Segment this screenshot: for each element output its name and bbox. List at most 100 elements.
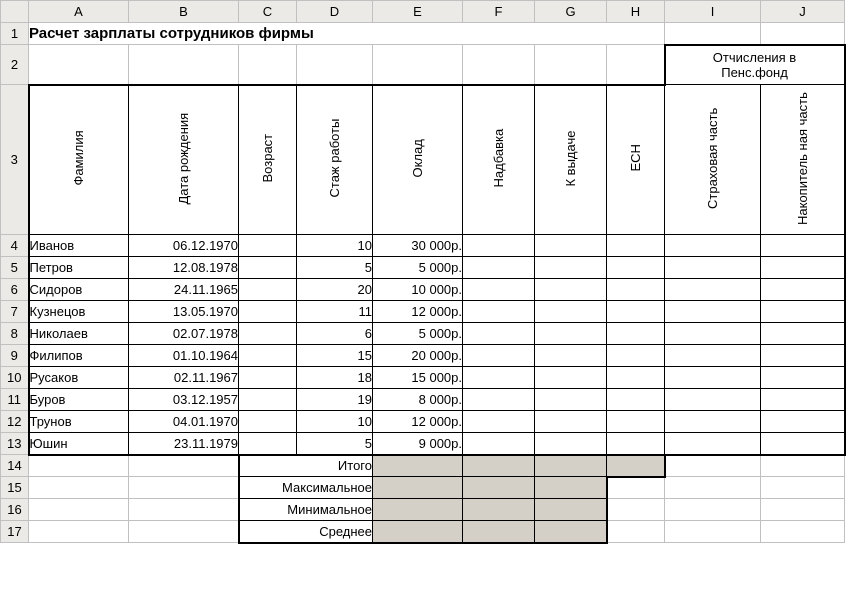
cell-age[interactable]: [239, 323, 297, 345]
page-title[interactable]: Расчет зарплаты сотрудников фирмы: [29, 23, 665, 45]
cell-age[interactable]: [239, 301, 297, 323]
summary-max-label[interactable]: Максимальное: [239, 477, 373, 499]
cell-J17[interactable]: [761, 521, 845, 543]
cell-nakop[interactable]: [761, 433, 845, 455]
cell-nakop[interactable]: [761, 279, 845, 301]
cell-dob[interactable]: 03.12.1957: [129, 389, 239, 411]
header-esn[interactable]: ЕСН: [607, 85, 665, 235]
summary-itogo-G[interactable]: [535, 455, 607, 477]
cell-nadbavka[interactable]: [463, 323, 535, 345]
cell-nakop[interactable]: [761, 235, 845, 257]
col-header-G[interactable]: G: [535, 1, 607, 23]
summary-itogo-E[interactable]: [373, 455, 463, 477]
cell-nadbavka[interactable]: [463, 235, 535, 257]
col-header-A[interactable]: A: [29, 1, 129, 23]
cell-age[interactable]: [239, 257, 297, 279]
header-strah[interactable]: Страховая часть: [665, 85, 761, 235]
cell-age[interactable]: [239, 433, 297, 455]
cell-kvydache[interactable]: [535, 367, 607, 389]
cell-oklad[interactable]: 30 000р.: [373, 235, 463, 257]
header-oklad[interactable]: Оклад: [373, 85, 463, 235]
row-header-7[interactable]: 7: [1, 301, 29, 323]
row-header-9[interactable]: 9: [1, 345, 29, 367]
cell-oklad[interactable]: 5 000р.: [373, 257, 463, 279]
row-header-15[interactable]: 15: [1, 477, 29, 499]
cell-oklad[interactable]: 12 000р.: [373, 301, 463, 323]
cell-kvydache[interactable]: [535, 389, 607, 411]
cell-esn[interactable]: [607, 433, 665, 455]
cell-oklad[interactable]: 8 000р.: [373, 389, 463, 411]
cell-nakop[interactable]: [761, 323, 845, 345]
cell-nadbavka[interactable]: [463, 345, 535, 367]
cell-J15[interactable]: [761, 477, 845, 499]
col-header-I[interactable]: I: [665, 1, 761, 23]
header-stazh[interactable]: Стаж работы: [297, 85, 373, 235]
cell-kvydache[interactable]: [535, 345, 607, 367]
cell-I15[interactable]: [665, 477, 761, 499]
cell-E2[interactable]: [373, 45, 463, 85]
summary-max-F[interactable]: [463, 477, 535, 499]
cell-dob[interactable]: 12.08.1978: [129, 257, 239, 279]
cell-nadbavka[interactable]: [463, 411, 535, 433]
cell-name[interactable]: Трунов: [29, 411, 129, 433]
summary-max-G[interactable]: [535, 477, 607, 499]
cell-A15[interactable]: [29, 477, 129, 499]
row-header-12[interactable]: 12: [1, 411, 29, 433]
cell-I14[interactable]: [665, 455, 761, 477]
cell-stazh[interactable]: 18: [297, 367, 373, 389]
cell-kvydache[interactable]: [535, 235, 607, 257]
summary-min-F[interactable]: [463, 499, 535, 521]
cell-stazh[interactable]: 10: [297, 411, 373, 433]
summary-itogo-F[interactable]: [463, 455, 535, 477]
cell-oklad[interactable]: 15 000р.: [373, 367, 463, 389]
cell-name[interactable]: Русаков: [29, 367, 129, 389]
cell-stazh[interactable]: 20: [297, 279, 373, 301]
cell-strah[interactable]: [665, 389, 761, 411]
cell-age[interactable]: [239, 367, 297, 389]
cell-nadbavka[interactable]: [463, 433, 535, 455]
cell-stazh[interactable]: 10: [297, 235, 373, 257]
cell-I1[interactable]: [665, 23, 761, 45]
cell-kvydache[interactable]: [535, 411, 607, 433]
row-header-6[interactable]: 6: [1, 279, 29, 301]
row-header-14[interactable]: 14: [1, 455, 29, 477]
row-header-11[interactable]: 11: [1, 389, 29, 411]
row-header-13[interactable]: 13: [1, 433, 29, 455]
row-header-3[interactable]: 3: [1, 85, 29, 235]
cell-dob[interactable]: 02.07.1978: [129, 323, 239, 345]
row-header-1[interactable]: 1: [1, 23, 29, 45]
summary-min-label[interactable]: Минимальное: [239, 499, 373, 521]
cell-nakop[interactable]: [761, 367, 845, 389]
cell-dob[interactable]: 13.05.1970: [129, 301, 239, 323]
row-header-17[interactable]: 17: [1, 521, 29, 543]
col-header-J[interactable]: J: [761, 1, 845, 23]
cell-nakop[interactable]: [761, 411, 845, 433]
col-header-B[interactable]: B: [129, 1, 239, 23]
cell-D2[interactable]: [297, 45, 373, 85]
cell-stazh[interactable]: 5: [297, 257, 373, 279]
cell-nadbavka[interactable]: [463, 367, 535, 389]
cell-strah[interactable]: [665, 301, 761, 323]
col-header-F[interactable]: F: [463, 1, 535, 23]
cell-nakop[interactable]: [761, 301, 845, 323]
header-familia[interactable]: Фамилия: [29, 85, 129, 235]
cell-oklad[interactable]: 9 000р.: [373, 433, 463, 455]
cell-nadbavka[interactable]: [463, 389, 535, 411]
cell-strah[interactable]: [665, 257, 761, 279]
pension-group-header[interactable]: Отчисления в Пенс.фонд: [665, 45, 845, 85]
cell-name[interactable]: Сидоров: [29, 279, 129, 301]
cell-strah[interactable]: [665, 433, 761, 455]
cell-age[interactable]: [239, 235, 297, 257]
cell-oklad[interactable]: 10 000р.: [373, 279, 463, 301]
cell-name[interactable]: Филипов: [29, 345, 129, 367]
cell-name[interactable]: Кузнецов: [29, 301, 129, 323]
cell-age[interactable]: [239, 279, 297, 301]
cell-esn[interactable]: [607, 257, 665, 279]
cell-strah[interactable]: [665, 367, 761, 389]
cell-H2[interactable]: [607, 45, 665, 85]
row-header-8[interactable]: 8: [1, 323, 29, 345]
header-age[interactable]: Возраст: [239, 85, 297, 235]
cell-B17[interactable]: [129, 521, 239, 543]
cell-name[interactable]: Иванов: [29, 235, 129, 257]
summary-itogo-H[interactable]: [607, 455, 665, 477]
